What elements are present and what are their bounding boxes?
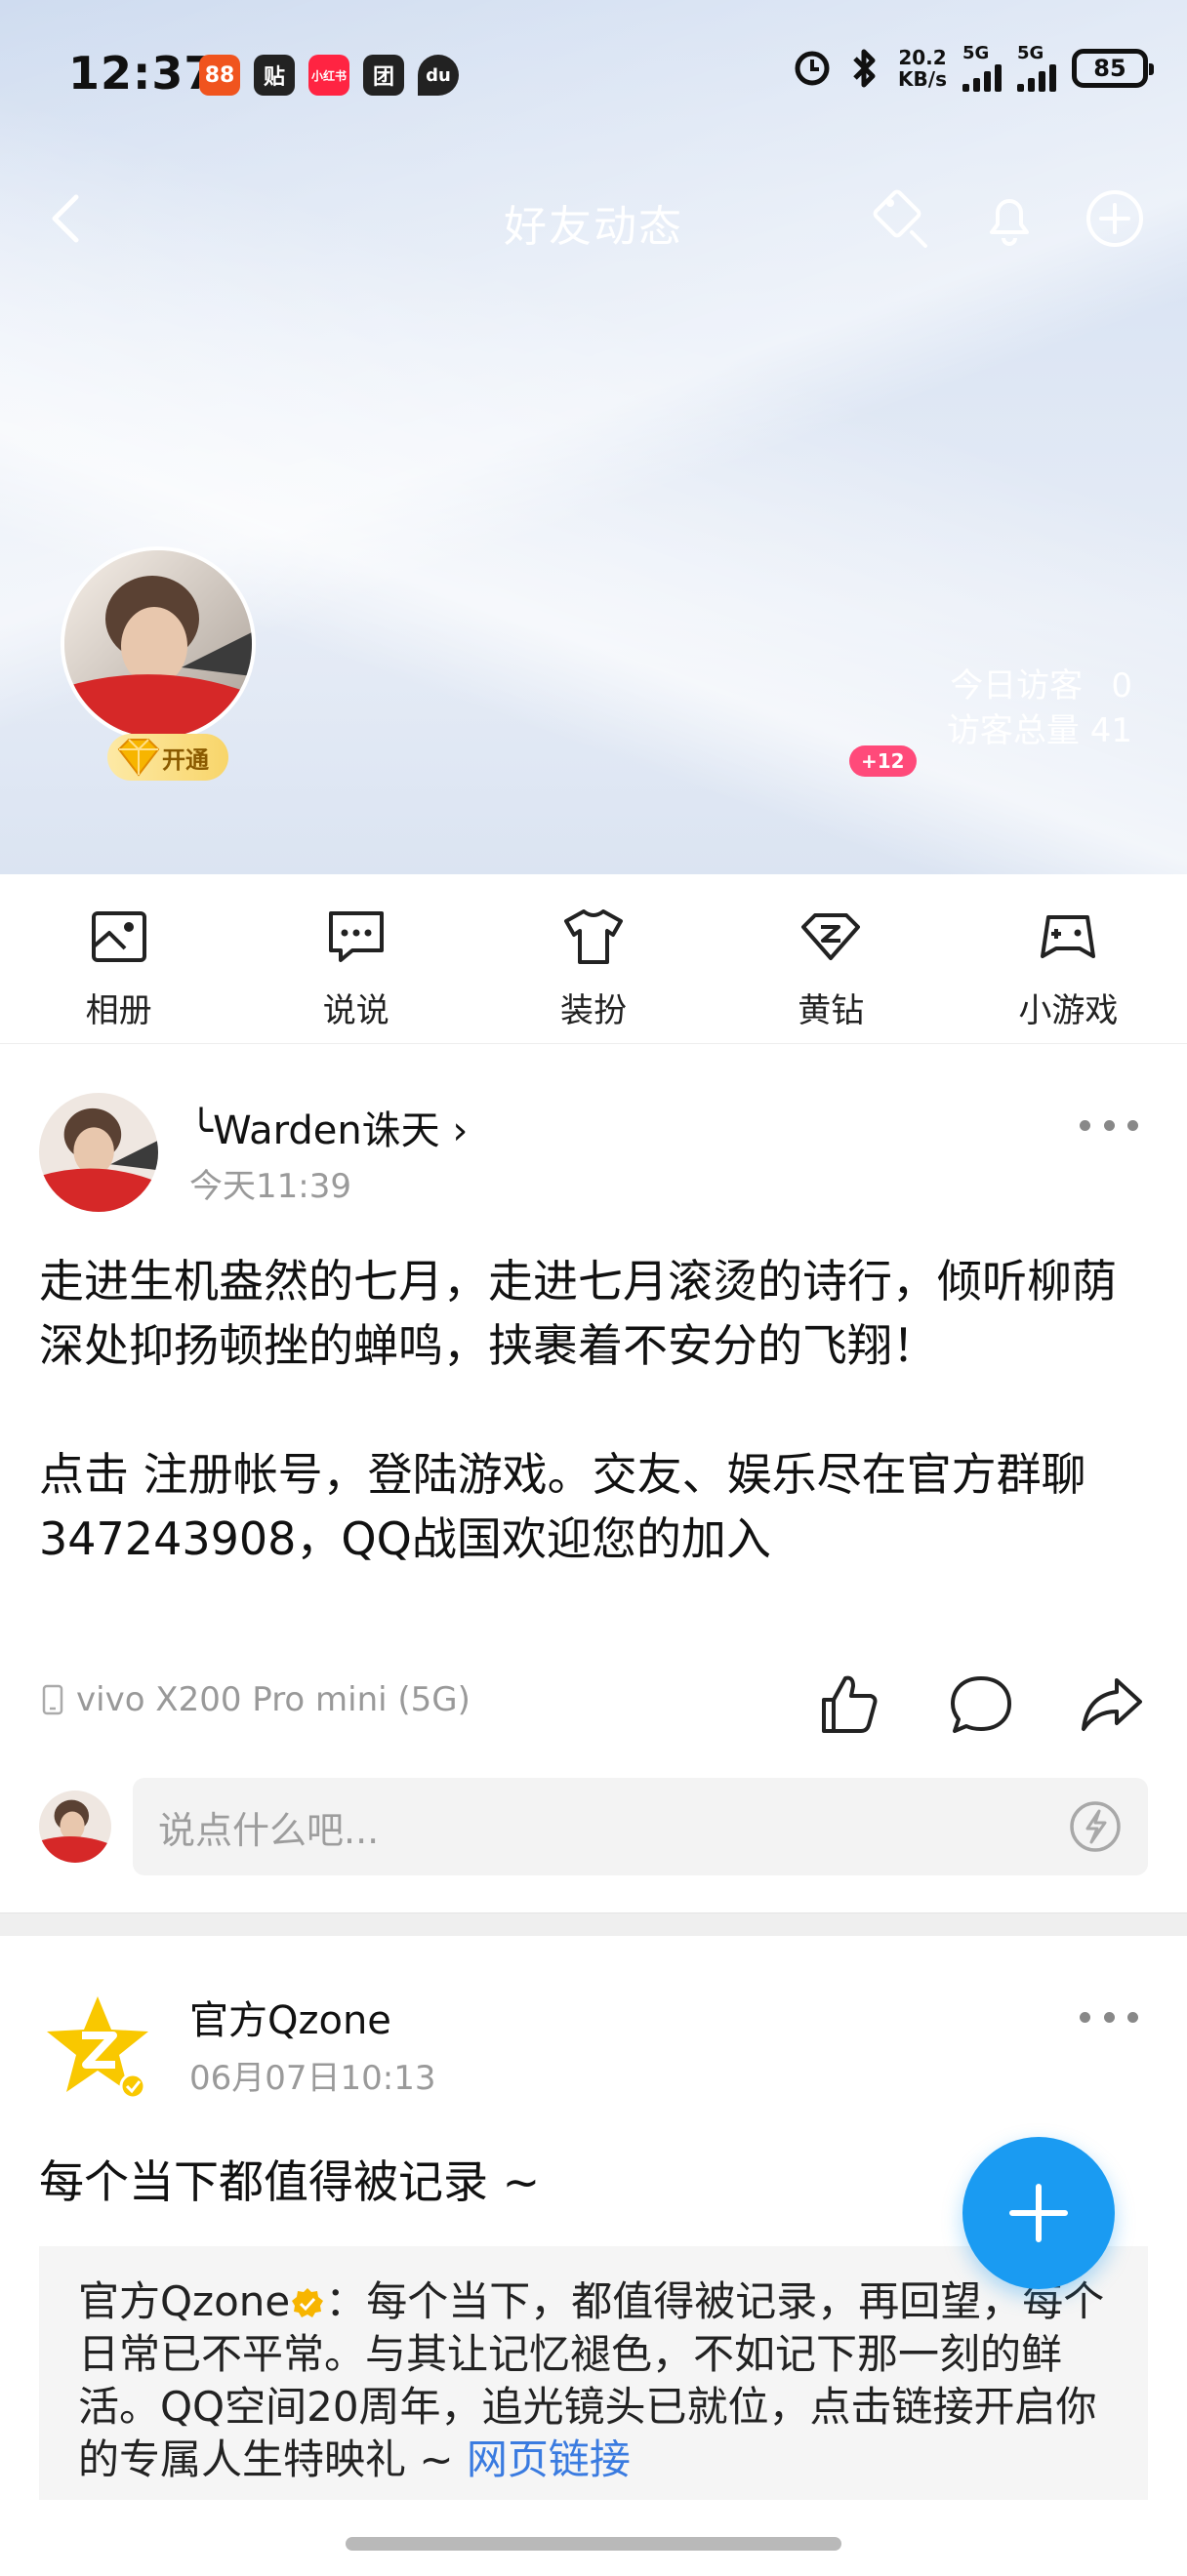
- comment-placeholder: 说点什么吧...: [158, 1808, 380, 1852]
- quick-reply-icon[interactable]: [1068, 1799, 1123, 1854]
- avatar-image: [39, 1791, 111, 1863]
- vip-open-button[interactable]: 开通: [107, 734, 228, 781]
- signal-1-label: 5G: [962, 43, 990, 63]
- plus-icon: [1009, 2184, 1068, 2242]
- bell-icon[interactable]: [974, 183, 1044, 254]
- quick-item-dressup[interactable]: 装扮: [474, 874, 712, 1043]
- visitors-total-value: 41: [1089, 711, 1132, 750]
- share-icon[interactable]: [1076, 1669, 1148, 1741]
- post-device-label: vivo X200 Pro mini (5G): [76, 1680, 471, 1719]
- more-options-icon[interactable]: [1080, 2012, 1138, 2032]
- meituan-icon: 团: [363, 55, 404, 96]
- quick-item-album-label: 相册: [85, 991, 152, 1030]
- comment-icon[interactable]: [945, 1669, 1017, 1741]
- like-icon[interactable]: [814, 1669, 886, 1741]
- quick-item-yellow-diamond-label: 黄钻: [798, 991, 865, 1030]
- status-bar: 12:37 88 贴 小红书 团 du 20.2 KB/s 5G 5G 85: [0, 0, 1187, 146]
- feed-divider: [0, 1912, 1187, 1936]
- post-text: 走进生机盎然的七月，走进七月滚烫的诗行，倾听柳荫深处抑扬顿挫的蝉鸣，挟裹着不安分…: [39, 1255, 1117, 1565]
- post-actions: [814, 1669, 1148, 1741]
- visitors-today-label: 今日访客: [950, 666, 1084, 705]
- tieba-icon: 贴: [254, 55, 295, 96]
- notification-icons: 88 贴 小红书 团 du: [199, 55, 459, 96]
- net-speed-value: 20.2: [898, 46, 947, 69]
- net-speed-unit: KB/s: [898, 67, 947, 91]
- avatar-image: [39, 1093, 158, 1212]
- quick-item-minigame-label: 小游戏: [1018, 991, 1119, 1030]
- visitors-today-value: 0: [1111, 666, 1132, 705]
- signal-2: 5G: [1017, 45, 1056, 92]
- more-options-icon[interactable]: [1080, 1120, 1138, 1140]
- shirt-icon: [564, 909, 623, 964]
- nav-bar: 好友动态: [0, 176, 1187, 263]
- status-time: 12:37: [68, 47, 217, 100]
- post-time: 今天11:39: [189, 1167, 351, 1206]
- signal-2-label: 5G: [1017, 43, 1044, 63]
- signal-1: 5G: [962, 45, 1002, 92]
- feed-post: ╰Warden诛天 › 今天11:39 走进生机盎然的七月，走进七月滚烫的诗行，…: [0, 1044, 1187, 1912]
- alarm-icon: [795, 51, 830, 86]
- net-speed: 20.2 KB/s: [898, 47, 947, 90]
- web-link[interactable]: 网页链接: [467, 2435, 631, 2483]
- my-avatar: [39, 1791, 111, 1863]
- chat-icon: [328, 911, 384, 962]
- profile-header: 12:37 88 贴 小红书 团 du 20.2 KB/s 5G 5G 85 好…: [0, 0, 1187, 874]
- quick-item-minigame[interactable]: 小游戏: [950, 874, 1187, 1043]
- avatar-image: [64, 550, 252, 738]
- quick-menu: 相册 说说 装扮 黄钻 小游戏: [0, 874, 1187, 1044]
- post-device: vivo X200 Pro mini (5G): [41, 1680, 471, 1719]
- add-circle-icon[interactable]: [1080, 183, 1150, 254]
- decorate-icon[interactable]: [867, 183, 937, 254]
- qzone-logo-icon[interactable]: [39, 1991, 156, 2108]
- compose-fab-button[interactable]: [962, 2137, 1115, 2289]
- visitors-total: 访客总量 41: [947, 708, 1132, 753]
- visitors-today: 今日访客 0: [947, 664, 1132, 708]
- comment-input[interactable]: 说点什么吧...: [133, 1778, 1148, 1875]
- post-author-name[interactable]: 官方Qzone: [189, 1989, 391, 2045]
- visitors-total-label: 访客总量: [946, 711, 1080, 750]
- home-indicator[interactable]: [346, 2537, 841, 2551]
- quick-item-shuoshuo-label: 说说: [322, 991, 389, 1030]
- yellow-diamond-icon: [117, 739, 160, 777]
- vip-open-label: 开通: [162, 745, 209, 774]
- gamepad-icon: [1041, 915, 1096, 958]
- app-88-icon: 88: [199, 55, 240, 96]
- post-author-name[interactable]: ╰Warden诛天 ›: [189, 1099, 468, 1155]
- quick-item-album[interactable]: 相册: [0, 874, 237, 1043]
- signal-bars-icon: [1017, 62, 1056, 92]
- post-text: 每个当下都值得被记录 ~: [39, 2155, 541, 2208]
- profile-avatar[interactable]: [61, 546, 256, 742]
- quick-item-dressup-label: 装扮: [560, 991, 627, 1030]
- repost-card[interactable]: 官方Qzone ：每个当下，都值得被记录，再回望，每个日常已不平常。与其让记忆褪色…: [39, 2246, 1148, 2500]
- post-time: 06月07日10:13: [189, 2059, 436, 2098]
- bluetooth-icon: [853, 49, 876, 88]
- battery-indicator: 85: [1072, 49, 1154, 88]
- verified-icon: [292, 2288, 324, 2317]
- quick-item-yellow-diamond[interactable]: 黄钻: [713, 874, 950, 1043]
- visitor-stats[interactable]: 今日访客 0 访客总量 41: [947, 664, 1132, 753]
- repost-source[interactable]: 官方Qzone: [78, 2277, 290, 2325]
- xiaohongshu-icon: 小红书: [308, 55, 349, 96]
- album-icon: [91, 911, 146, 962]
- comment-row: 说点什么吧...: [39, 1778, 1148, 1875]
- new-count-badge[interactable]: +12: [849, 745, 917, 777]
- signal-bars-icon: [962, 62, 1002, 92]
- system-icons: 20.2 KB/s 5G 5G 85: [793, 45, 1154, 92]
- phone-icon: [42, 1684, 63, 1715]
- quick-item-shuoshuo[interactable]: 说说: [237, 874, 474, 1043]
- diamond-icon: [801, 913, 861, 960]
- location-icon: du: [418, 55, 459, 96]
- post-author-avatar[interactable]: [39, 1093, 158, 1212]
